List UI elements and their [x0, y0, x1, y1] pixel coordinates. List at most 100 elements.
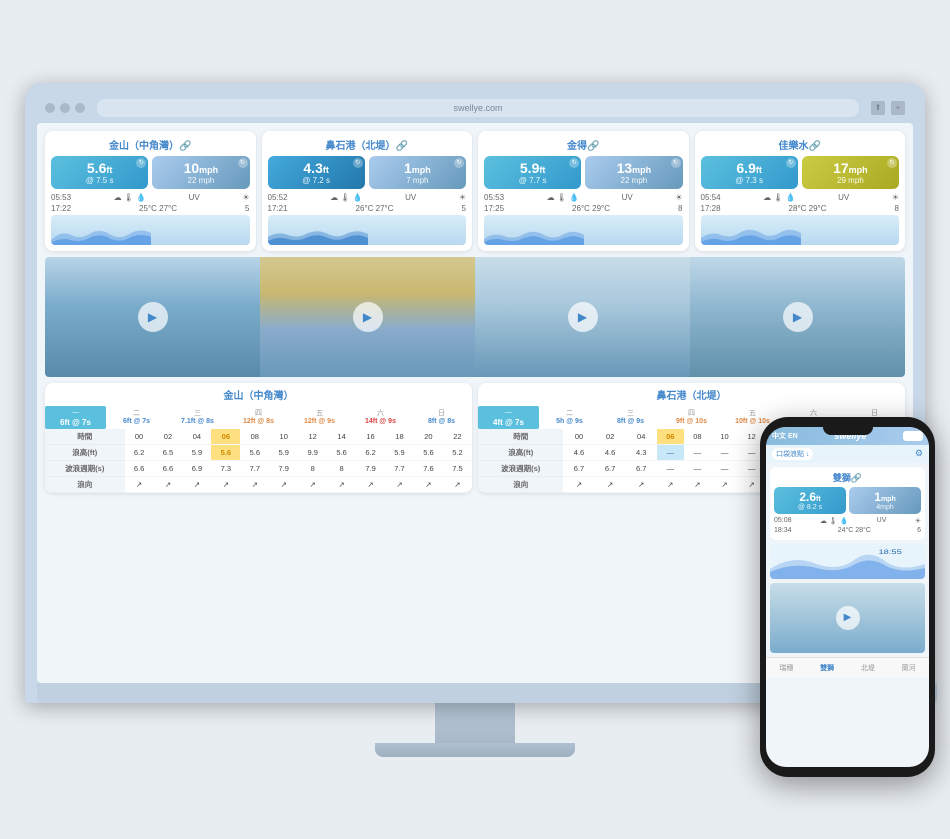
tide-title-jinshan: 金山（中角灣） — [45, 383, 472, 406]
iphone-wind-val: 1mph — [852, 490, 918, 504]
tide-title-biisher: 鼻石港（北堤） — [478, 383, 905, 406]
play-btn-2[interactable]: ▶ — [353, 302, 383, 332]
tide-day-tue[interactable]: 二 6ft @ 7s — [106, 406, 167, 429]
video-panel-3[interactable]: ▶ — [475, 257, 690, 377]
url-text: swellye.com — [453, 103, 502, 113]
tide-day-fri[interactable]: 五 12ft @ 9s — [289, 406, 350, 429]
iphone-weather-row2: 18:34 24°C 28°C 6 — [774, 527, 921, 534]
iphone-card: 雙獅🔗 2.6ft @ 8.2 s 1mph 4mph 05:08 — [770, 467, 925, 540]
tide-day-wed[interactable]: 三 7.1ft @ 8s — [167, 406, 228, 429]
wave-metric-jialueshui: 6.9ft @ 7.3 s ↻ — [701, 156, 798, 189]
play-btn-4[interactable]: ▶ — [783, 302, 813, 332]
card-weather2-jinde: 17:25 26°C 29°C 8 — [484, 204, 683, 213]
uv-jialueshui: UV — [838, 193, 849, 202]
weather-card-jialueshui[interactable]: 佳樂水🔗 6.9ft @ 7.3 s ↻ 17mph 29 mph ↻ — [695, 131, 906, 251]
wave-metric-biisher: 4.3ft @ 7.2 s ↻ — [268, 156, 365, 189]
play-btn-1[interactable]: ▶ — [138, 302, 168, 332]
iphone-wave-metric: 2.6ft @ 8.2 s — [774, 487, 846, 514]
tide-day2-wed[interactable]: 三 8ft @ 9s — [600, 406, 661, 429]
iphone-chart: 18:55 — [770, 544, 925, 579]
chart-biisher — [268, 215, 467, 245]
card-weather-jinshan: 05:53 ☁ 🌡 💧 UV ☀ — [51, 193, 250, 202]
col-header-direction2: 浪向 — [478, 476, 563, 492]
video-row: ▶ ▶ ▶ ▶ — [45, 257, 905, 377]
iphone-screen: 中文 EN swellye 口袋浪點 ↓ ⚙ 雙獅🔗 2.6 — [766, 427, 929, 767]
wind-value-jinde: 13mph — [589, 160, 678, 176]
tide-day-mon[interactable]: 一 6ft @ 7s — [45, 406, 106, 429]
iphone-lang: 中文 EN — [772, 431, 798, 441]
card-metrics-jinshan: 5.6ft @ 7.5 s ↻ 10mph 22 mph ↻ — [51, 156, 250, 189]
icons-biisher: ☁ 🌡 💧 — [330, 193, 363, 202]
wind-icon-biisher: ↻ — [454, 158, 464, 168]
col-header-period2: 波浪週期(s) — [478, 460, 563, 476]
iphone-settings-icon[interactable]: ⚙ — [915, 448, 923, 459]
url-bar[interactable]: swellye.com — [97, 99, 859, 117]
iphone-notch — [823, 427, 873, 435]
wind-metric-jinshan: 10mph 22 mph ↻ — [152, 156, 249, 189]
wind-icon-jinde: ↻ — [671, 158, 681, 168]
tide-day2-mon[interactable]: 一 4ft @ 7s — [478, 406, 539, 429]
uv-val-jinshan: 5 — [245, 204, 249, 213]
sun-biisher: ☀ — [459, 193, 466, 202]
video-panel-1[interactable]: ▶ — [45, 257, 260, 377]
video-panel-4[interactable]: ▶ — [690, 257, 905, 377]
tide-day-sat[interactable]: 六 14ft @ 9s — [350, 406, 411, 429]
uv-val-jialueshui: 8 — [895, 204, 899, 213]
weather-card-jinshan[interactable]: 金山（中角灣）🔗 5.6ft @ 7.5 s ↻ 10mph 22 mph ↻ — [45, 131, 256, 251]
wave-metric-jinshan: 5.6ft @ 7.5 s ↻ — [51, 156, 148, 189]
bookmark-icon[interactable]: + — [891, 101, 905, 115]
card-weather-biisher: 05:52 ☁ 🌡 💧 UV ☀ — [268, 193, 467, 202]
wave-metric-jinde: 5.9ft @ 7.7 s ↻ — [484, 156, 581, 189]
iphone-tab-beiti[interactable]: 北堤 — [848, 661, 889, 675]
wave-sub-jinde: @ 7.7 s — [488, 176, 577, 185]
wind-metric-jinde: 13mph 22 mph ↻ — [585, 156, 682, 189]
wind-metric-biisher: 1mph 7 mph ↻ — [369, 156, 466, 189]
video-panel-2[interactable]: ▶ — [260, 257, 475, 377]
iphone-wind-metric: 1mph 4mph — [849, 487, 921, 514]
iphone-location: 雙獅🔗 — [774, 471, 921, 484]
iphone-tab-shuangshi[interactable]: 雙獅 — [807, 661, 848, 675]
temp1-jinshan: 25°C 27°C — [139, 204, 177, 213]
iphone-wind-sub: 4mph — [852, 504, 918, 511]
wind-sub-jinshan: 22 mph — [156, 176, 245, 185]
time-biisher: 05:52 — [268, 193, 288, 202]
col-header-time: 時間 — [45, 429, 125, 445]
chart-jinshan — [51, 215, 250, 245]
wave-icon-biisher: ↻ — [353, 158, 363, 168]
iphone-play-btn[interactable]: ▶ — [836, 606, 860, 630]
uv-jinshan: UV — [189, 193, 200, 202]
imac-stand-base — [375, 743, 575, 757]
tide-day2-thu[interactable]: 四 9ft @ 10s — [661, 406, 722, 429]
tide-header-jinshan: 一 6ft @ 7s 二 6ft @ 7s 三 7.1ft @ 8s — [45, 406, 472, 429]
iphone-video[interactable]: ▶ — [770, 583, 925, 653]
tide-data-table-jinshan: 時間 00 02 04 06 08 10 12 14 16 18 — [45, 429, 472, 493]
card-metrics-jialueshui: 6.9ft @ 7.3 s ↻ 17mph 29 mph ↻ — [701, 156, 900, 189]
iphone-wave-sub: @ 8.2 s — [777, 504, 843, 511]
sunrise-jinshan: 17:22 — [51, 204, 71, 213]
iphone-badge-text: 口袋浪點 ↓ — [772, 448, 813, 460]
browser-toolbar: swellye.com ⬆ + — [37, 95, 913, 123]
play-btn-3[interactable]: ▶ — [568, 302, 598, 332]
iphone-tab-lanhe[interactable]: 蘭河 — [888, 661, 929, 675]
tide-day-thu[interactable]: 四 12ft @ 8s — [228, 406, 289, 429]
card-weather2-jinshan: 17:22 25°C 27°C 5 — [51, 204, 250, 213]
imac-stand-neck — [435, 703, 515, 743]
col-header-direction: 浪向 — [45, 476, 125, 492]
weather-card-jinde[interactable]: 金得🔗 5.9ft @ 7.7 s ↻ 13mph 22 mph ↻ — [478, 131, 689, 251]
sunrise-jialueshui: 17:28 — [701, 204, 721, 213]
wind-metric-jialueshui: 17mph 29 mph ↻ — [802, 156, 899, 189]
tide-day-sun[interactable]: 日 8ft @ 8s — [411, 406, 472, 429]
icons-jialueshui: ☁ 🌡 💧 — [763, 193, 796, 202]
card-weather2-biisher: 17:21 26°C 27°C 5 — [268, 204, 467, 213]
close-dot[interactable] — [45, 103, 55, 113]
window-controls — [45, 103, 85, 113]
iphone-tab-ruisui[interactable]: 瑞穗 — [766, 661, 807, 675]
minimize-dot[interactable] — [60, 103, 70, 113]
wind-value-biisher: 1mph — [373, 160, 462, 176]
share-icon[interactable]: ⬆ — [871, 101, 885, 115]
maximize-dot[interactable] — [75, 103, 85, 113]
temp1-biisher: 26°C 27°C — [356, 204, 394, 213]
weather-card-biisher[interactable]: 鼻石港（北堤）🔗 4.3ft @ 7.2 s ↻ 1mph 7 mph ↻ — [262, 131, 473, 251]
card-weather2-jialueshui: 17:28 28°C 29°C 8 — [701, 204, 900, 213]
tide-day2-tue[interactable]: 二 5h @ 9s — [539, 406, 600, 429]
